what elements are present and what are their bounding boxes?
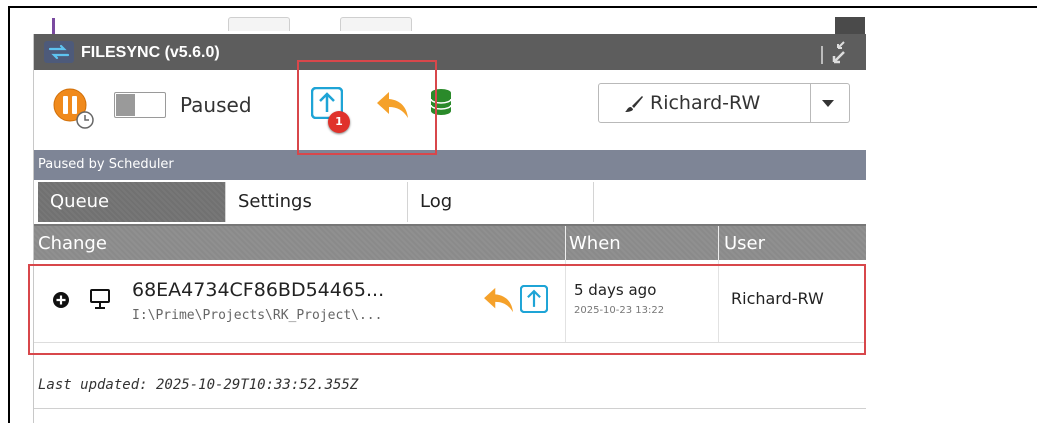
select-divider bbox=[810, 84, 811, 122]
column-header-when[interactable]: When bbox=[569, 233, 621, 254]
pause-schedule-button[interactable] bbox=[52, 87, 96, 135]
scheduler-status-bar: Paused by Scheduler bbox=[34, 150, 866, 180]
app-title: FILESYNC (v5.6.0) bbox=[81, 44, 220, 61]
tab-label: Queue bbox=[50, 191, 110, 212]
toolbar-highlight-box bbox=[297, 60, 437, 155]
tab-label: Settings bbox=[238, 191, 312, 212]
sync-status: Paused bbox=[180, 93, 252, 117]
background-panel bbox=[835, 17, 865, 35]
tab-queue[interactable]: Queue bbox=[38, 182, 226, 222]
tab-label: Log bbox=[420, 191, 453, 212]
expand-icon[interactable] bbox=[820, 40, 850, 70]
sync-icon bbox=[44, 41, 74, 67]
background-accent bbox=[52, 18, 55, 34]
column-divider bbox=[718, 226, 719, 260]
brush-icon bbox=[624, 95, 644, 117]
user-select[interactable]: Richard-RW bbox=[598, 83, 850, 123]
toolbar: Paused 1 Richard-RW bbox=[34, 70, 866, 150]
sync-toggle[interactable] bbox=[114, 92, 166, 118]
table-header: Change When User bbox=[34, 226, 866, 260]
background-tab bbox=[340, 17, 412, 31]
title-bar: FILESYNC (v5.6.0) bbox=[34, 34, 866, 70]
toggle-knob bbox=[116, 94, 135, 116]
scheduler-status-text: Paused by Scheduler bbox=[38, 157, 174, 172]
tab-log[interactable]: Log bbox=[408, 182, 594, 222]
chevron-down-icon[interactable] bbox=[822, 100, 834, 107]
user-select-value: Richard-RW bbox=[650, 92, 761, 114]
footer-divider bbox=[34, 408, 866, 409]
column-header-change[interactable]: Change bbox=[38, 233, 107, 254]
tab-bar: Queue Settings Log bbox=[34, 180, 866, 224]
tab-settings[interactable]: Settings bbox=[226, 182, 408, 222]
background-tab bbox=[228, 17, 290, 31]
column-header-user[interactable]: User bbox=[724, 233, 765, 254]
last-updated: Last updated: 2025-10-29T10:33:52.355Z bbox=[38, 377, 359, 393]
filesync-panel: FILESYNC (v5.6.0) Paused 1 Richard-RW Pa… bbox=[33, 34, 866, 423]
row-highlight-box bbox=[28, 264, 866, 355]
column-divider bbox=[565, 226, 566, 260]
